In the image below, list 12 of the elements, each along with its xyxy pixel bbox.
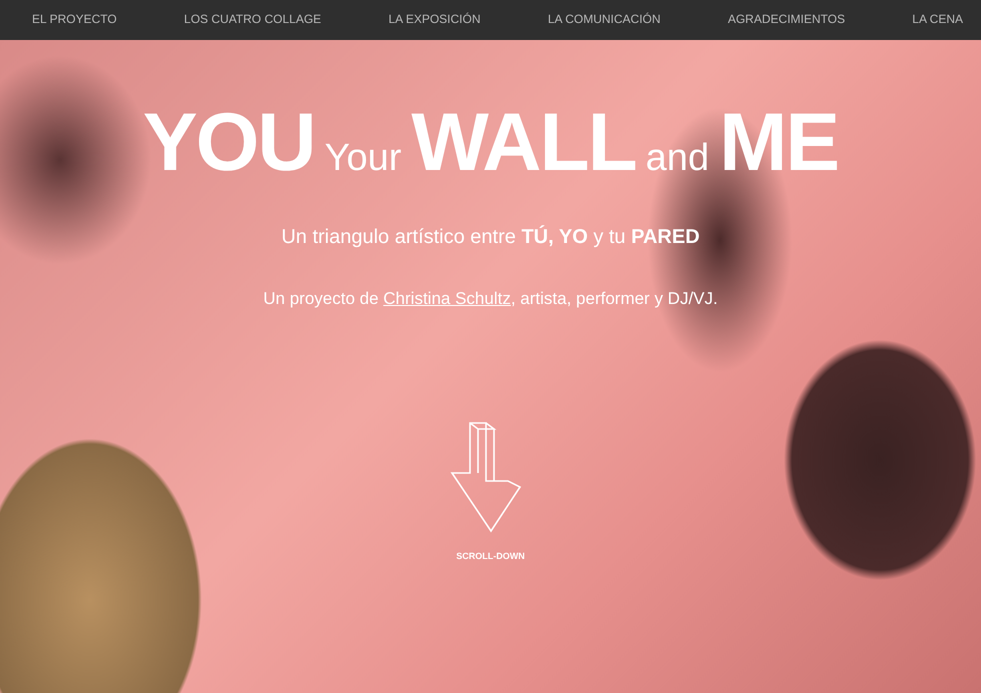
nav-link[interactable]: LA EXPOSICIÓN [388,10,481,30]
title-word: ME [719,102,838,184]
nav-link[interactable]: LOS CUATRO COLLAGE [184,10,322,30]
nav-link[interactable]: EL PROYECTO [32,10,117,30]
nav-link[interactable]: AGRADECIMIENTOS [728,10,845,30]
nav-link[interactable]: LA COMUNICACIÓN [548,10,661,30]
byline: Un proyecto de Christina Schultz, artista, performer y DJ/VJ. [263,289,718,309]
nav-link[interactable]: LA CENA [912,10,963,30]
title-word: Your [324,139,402,177]
title-word: and [646,139,710,177]
title-word: YOU [142,102,315,184]
title-word: WALL [411,102,636,184]
